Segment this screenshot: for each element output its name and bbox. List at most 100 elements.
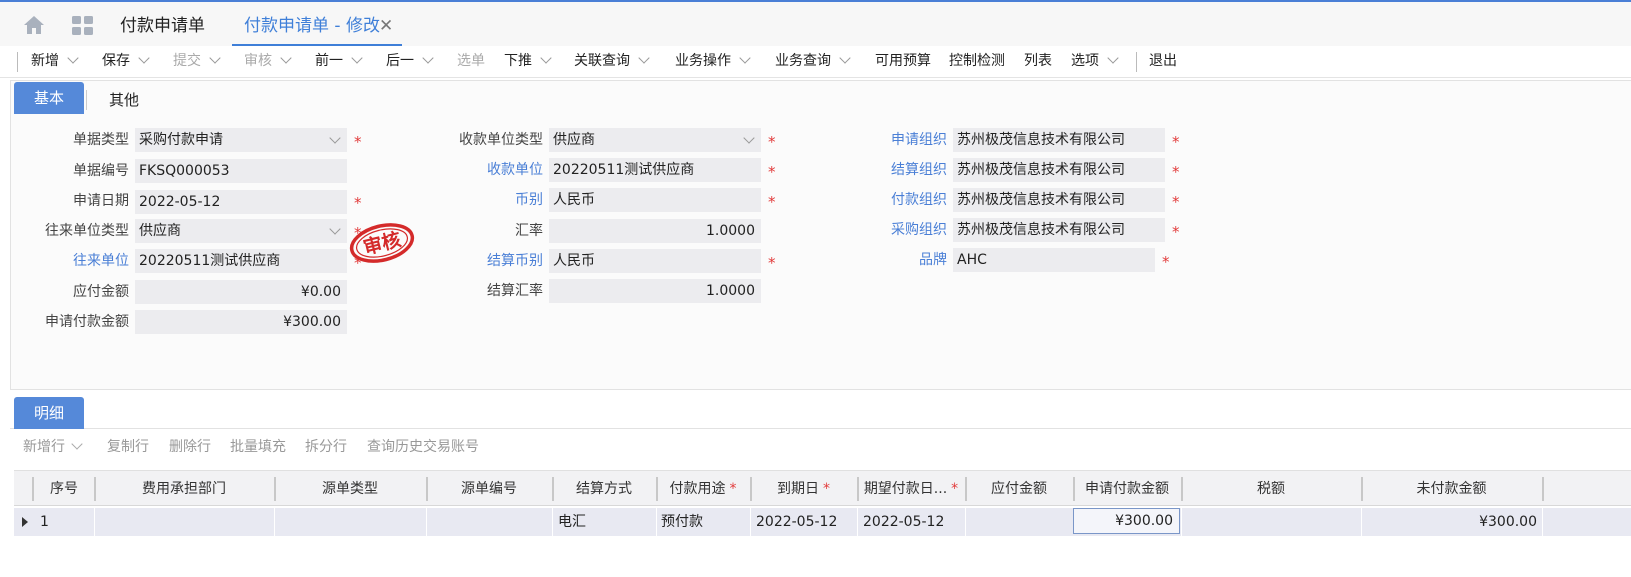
- settle-rate-field[interactable]: 1.0000: [549, 279, 761, 303]
- brand-field[interactable]: AHC: [953, 248, 1155, 272]
- toolbar-button[interactable]: 审核: [244, 46, 292, 76]
- home-icon[interactable]: [22, 13, 46, 37]
- column-header[interactable]: 源单编号: [426, 471, 552, 507]
- app-grid-icon[interactable]: [72, 16, 94, 36]
- column-header[interactable]: 费用承担部门: [94, 471, 274, 507]
- apply-date-field[interactable]: 2022-05-12: [135, 190, 347, 214]
- toolbar-button[interactable]: 前一: [315, 46, 363, 76]
- cell-pay-purpose[interactable]: 预付款: [661, 508, 703, 536]
- required-mark: *: [354, 194, 362, 212]
- tab-payment-request-edit[interactable]: 付款申请单 - 修改 ✕: [232, 8, 402, 46]
- bill-no-field[interactable]: FKSQ000053: [135, 159, 347, 183]
- column-header[interactable]: 结算方式: [552, 471, 656, 507]
- settle-org-field[interactable]: 苏州极茂信息技术有限公司: [953, 158, 1165, 182]
- tab-payment-request[interactable]: 付款申请单: [120, 8, 205, 46]
- column-header[interactable]: 申请付款金额: [1073, 471, 1181, 507]
- column-header-label: 未付款金额: [1416, 481, 1487, 497]
- toolbar-button-label: 保存: [102, 53, 130, 69]
- detail-tool-button[interactable]: 新增行: [23, 430, 83, 464]
- toolbar-button[interactable]: 列表: [1024, 46, 1052, 76]
- cell-apply-amount[interactable]: ¥300.00: [1073, 508, 1180, 534]
- settle-rate-label: 结算汇率: [487, 283, 543, 299]
- chevron-down-icon[interactable]: [67, 52, 79, 64]
- cell-seq[interactable]: 1: [40, 508, 49, 536]
- cell-due-date[interactable]: 2022-05-12: [756, 508, 837, 536]
- detail-tool-label: 新增行: [23, 439, 65, 455]
- contact-unit-field[interactable]: 20220511测试供应商: [135, 249, 347, 273]
- chevron-down-icon[interactable]: [138, 52, 150, 64]
- contact-type-select[interactable]: 供应商: [135, 219, 347, 243]
- toolbar-button[interactable]: 业务操作: [675, 46, 751, 76]
- apply-org-label[interactable]: 申请组织: [850, 129, 947, 151]
- contact-unit-label[interactable]: 往来单位: [20, 250, 129, 272]
- cell-divider: [750, 508, 751, 536]
- detail-tool-button[interactable]: 批量填充: [230, 430, 286, 464]
- column-header[interactable]: 未付款金额: [1361, 471, 1542, 507]
- column-header[interactable]: 序号: [34, 471, 94, 507]
- toolbar-button[interactable]: 新增: [31, 46, 79, 76]
- cell-expect-date[interactable]: 2022-05-12: [863, 508, 944, 536]
- pay-org-label[interactable]: 付款组织: [850, 189, 947, 211]
- purchase-org-label[interactable]: 采购组织: [850, 219, 947, 241]
- currency-field[interactable]: 人民币: [549, 188, 761, 212]
- tab-basic[interactable]: 基本: [14, 82, 84, 114]
- chevron-down-icon[interactable]: [209, 52, 221, 64]
- chevron-down-icon[interactable]: [739, 52, 751, 64]
- chevron-down-icon[interactable]: [1107, 52, 1119, 64]
- toolbar-button[interactable]: 关联查询: [574, 46, 650, 76]
- currency-label[interactable]: 币别: [430, 189, 543, 211]
- brand-label[interactable]: 品牌: [850, 249, 947, 271]
- chevron-down-icon[interactable]: [422, 52, 434, 64]
- bill-no-label: 单据编号: [73, 163, 129, 179]
- column-header-label: 源单类型: [322, 481, 378, 497]
- toolbar-button[interactable]: 业务查询: [775, 46, 851, 76]
- purchase-org-field[interactable]: 苏州极茂信息技术有限公司: [953, 218, 1165, 242]
- payee-label[interactable]: 收款单位: [430, 159, 543, 181]
- column-header[interactable]: 付款用途 *: [656, 471, 750, 507]
- column-header[interactable]: 税额: [1181, 471, 1361, 507]
- toolbar-button[interactable]: 选单: [457, 46, 485, 76]
- cell-divider: [94, 508, 95, 536]
- cell-settle-method[interactable]: 电汇: [558, 508, 586, 536]
- toolbar-button[interactable]: 选项: [1071, 46, 1119, 76]
- chevron-down-icon[interactable]: [71, 438, 83, 450]
- tab-detail[interactable]: 明细: [14, 397, 84, 429]
- apply-org-field[interactable]: 苏州极茂信息技术有限公司: [953, 128, 1165, 152]
- cell-unpaid[interactable]: ¥300.00: [1454, 508, 1537, 536]
- chevron-down-icon[interactable]: [280, 52, 292, 64]
- toolbar-button[interactable]: 后一: [386, 46, 434, 76]
- payee-field[interactable]: 20220511测试供应商: [549, 158, 761, 182]
- detail-grid-header: 序号 费用承担部门 源单类型 源单编号 结算方式 付款用途 * 到期日 * 期望付款日... * 应付…: [14, 470, 1631, 506]
- toolbar-button[interactable]: 退出: [1149, 46, 1177, 76]
- toolbar-button[interactable]: 下推: [504, 46, 552, 76]
- toolbar-button[interactable]: 控制检测: [949, 46, 1005, 76]
- bill-type-select[interactable]: 采购付款申请: [135, 128, 347, 152]
- column-header[interactable]: 到期日 *: [750, 471, 857, 507]
- settle-currency-field[interactable]: 人民币: [549, 249, 761, 273]
- payee-type-select[interactable]: 供应商: [549, 128, 761, 152]
- column-header[interactable]: 期望付款日... *: [857, 471, 965, 507]
- chevron-down-icon[interactable]: [638, 52, 650, 64]
- detail-tool-button[interactable]: 复制行: [107, 430, 149, 464]
- toolbar-button[interactable]: 提交: [173, 46, 221, 76]
- settle-currency-label[interactable]: 结算币别: [430, 250, 543, 272]
- chevron-down-icon[interactable]: [540, 52, 552, 64]
- detail-tool-button[interactable]: 查询历史交易账号: [367, 430, 479, 464]
- close-icon[interactable]: ✕: [379, 8, 393, 44]
- detail-tool-button[interactable]: 删除行: [169, 430, 211, 464]
- column-header[interactable]: 源单类型: [274, 471, 426, 507]
- chevron-down-icon[interactable]: [351, 52, 363, 64]
- settle-org-label[interactable]: 结算组织: [850, 159, 947, 181]
- detail-tool-button[interactable]: 拆分行: [305, 430, 347, 464]
- chevron-down-icon[interactable]: [839, 52, 851, 64]
- toolbar-button[interactable]: 保存: [102, 46, 150, 76]
- pay-org-field[interactable]: 苏州极茂信息技术有限公司: [953, 188, 1165, 212]
- audit-stamp: 审核: [349, 223, 415, 263]
- tab-other[interactable]: 其他: [96, 84, 152, 116]
- bill-type-label: 单据类型: [73, 132, 129, 148]
- table-row[interactable]: 1 电汇 预付款 2022-05-12 2022-05-12 ¥300.00 ¥…: [14, 508, 1631, 536]
- rate-field[interactable]: 1.0000: [549, 219, 761, 243]
- toolbar-button[interactable]: 可用预算: [875, 46, 931, 76]
- column-header[interactable]: 应付金额: [965, 471, 1073, 507]
- column-divider[interactable]: [1542, 477, 1544, 501]
